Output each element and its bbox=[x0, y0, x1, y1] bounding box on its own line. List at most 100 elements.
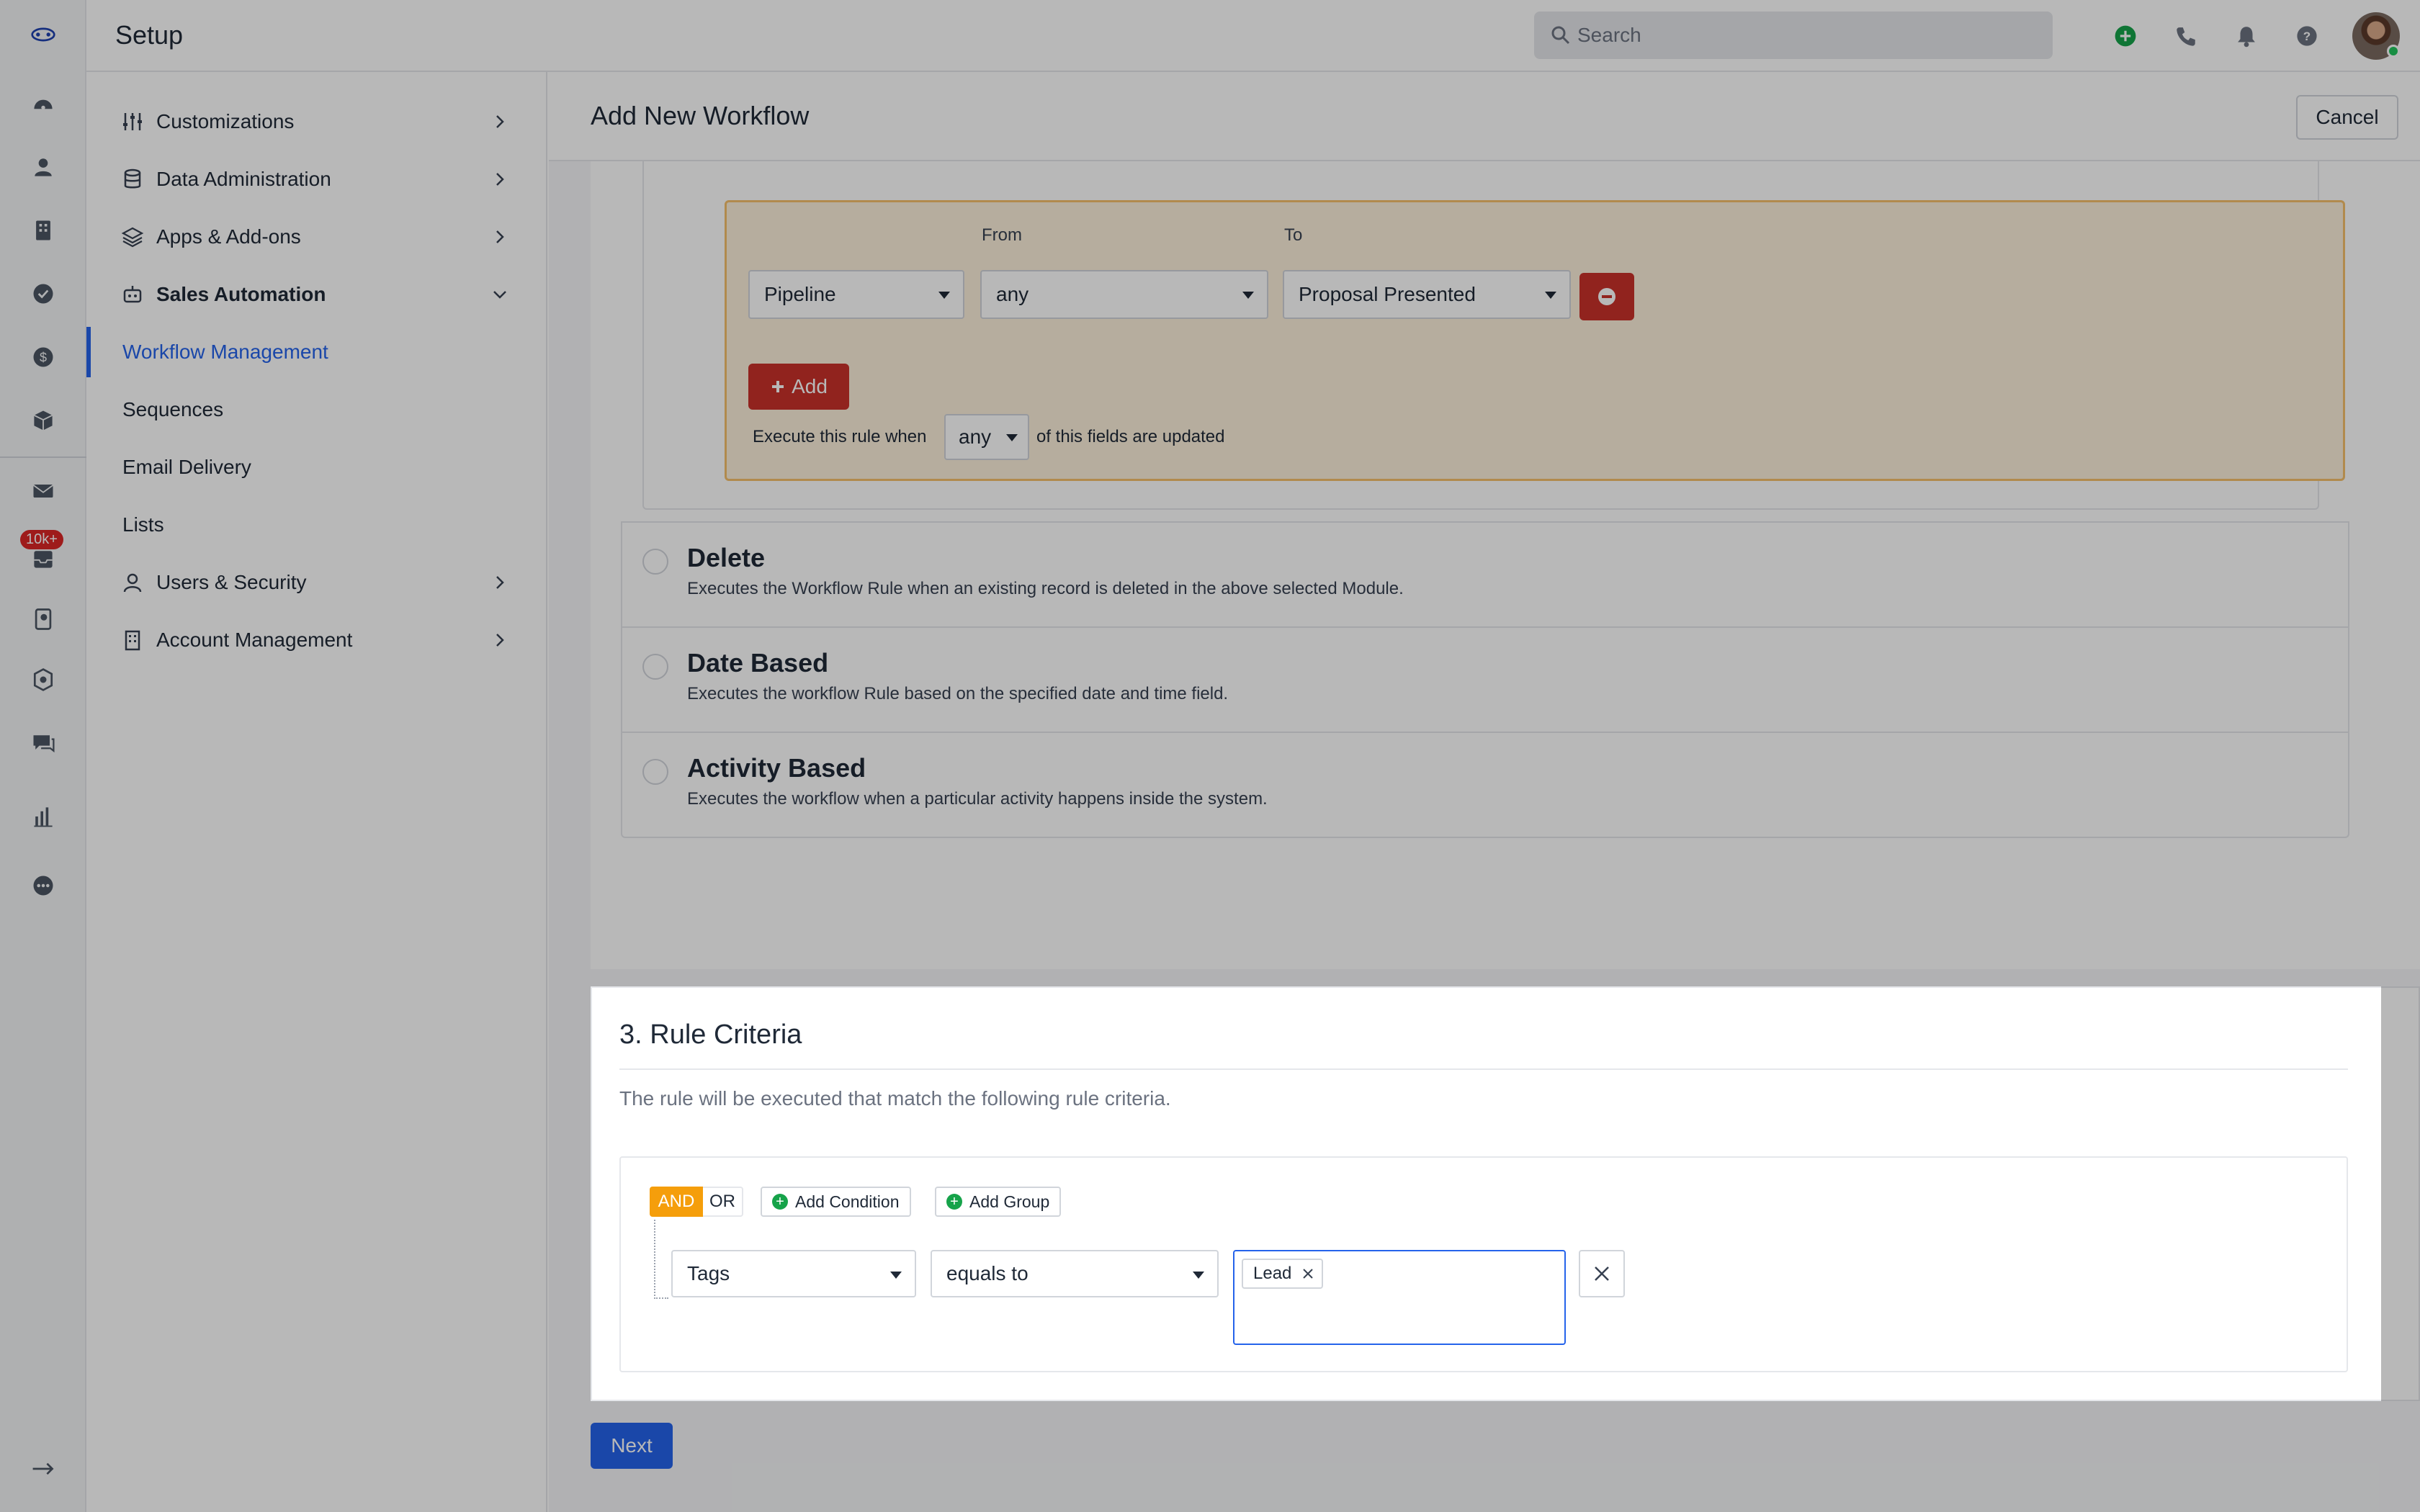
expand-arrow-icon[interactable] bbox=[29, 1454, 58, 1483]
cancel-button[interactable]: Cancel bbox=[2296, 95, 2398, 140]
remove-condition-button[interactable] bbox=[1579, 273, 1634, 320]
add-condition-label: Add Condition bbox=[795, 1192, 900, 1211]
chevron-down-icon bbox=[493, 291, 506, 299]
tag-chip: Lead bbox=[1242, 1259, 1324, 1289]
mail-icon[interactable] bbox=[29, 477, 58, 505]
from-select-value: any bbox=[996, 283, 1029, 305]
logo-icon[interactable] bbox=[29, 20, 58, 49]
close-icon[interactable] bbox=[1301, 1267, 1314, 1280]
search-box[interactable] bbox=[1534, 12, 2053, 59]
notification-badge: 10k+ bbox=[20, 530, 63, 549]
from-label: From bbox=[982, 225, 1022, 245]
settings-badge-icon[interactable] bbox=[29, 665, 58, 694]
execute-condition-value: any bbox=[959, 426, 992, 448]
building-icon[interactable] bbox=[29, 216, 58, 245]
sidebar-item-workflow-management[interactable]: Workflow Management bbox=[86, 327, 547, 377]
sidebar-item-label: Account Management bbox=[156, 629, 353, 651]
trigger-option-date-based[interactable]: Date Based Executes the workflow Rule ba… bbox=[622, 626, 2348, 732]
sidebar-item-apps-addons[interactable]: Apps & Add-ons bbox=[86, 212, 547, 262]
sidebar-item-lists[interactable]: Lists bbox=[86, 500, 547, 550]
radio-activity-based[interactable] bbox=[642, 759, 668, 785]
and-toggle-button[interactable]: AND bbox=[650, 1187, 703, 1217]
add-condition-button[interactable]: + Add Condition bbox=[761, 1187, 911, 1217]
phone-icon[interactable] bbox=[2170, 20, 2202, 52]
plus-circle-icon[interactable] bbox=[2110, 20, 2141, 52]
chat-icon[interactable] bbox=[29, 729, 58, 757]
option-description: Executes the Workflow Rule when an exist… bbox=[687, 579, 1404, 598]
add-field-button[interactable]: Add bbox=[748, 364, 849, 410]
radio-date-based[interactable] bbox=[642, 654, 668, 680]
main-content: Add New Workflow Cancel From To Pipeline… bbox=[549, 72, 2420, 1512]
sidebar-item-label: Email Delivery bbox=[122, 456, 251, 478]
field-select-value: Pipeline bbox=[764, 283, 836, 305]
rail-divider bbox=[0, 456, 86, 458]
sidebar-item-label: Customizations bbox=[156, 110, 295, 132]
sidebar-item-label: Apps & Add-ons bbox=[156, 225, 301, 248]
plus-icon bbox=[772, 381, 784, 392]
add-group-button[interactable]: + Add Group bbox=[935, 1187, 1062, 1217]
user-icon bbox=[123, 573, 142, 593]
check-circle-icon[interactable] bbox=[29, 279, 58, 308]
from-select[interactable]: any bbox=[980, 270, 1268, 319]
section-divider bbox=[619, 1068, 2348, 1070]
dollar-icon[interactable]: $ bbox=[29, 343, 58, 372]
page-title: Add New Workflow bbox=[591, 101, 810, 130]
database-icon bbox=[124, 168, 141, 189]
trigger-options: Delete Executes the Workflow Rule when a… bbox=[621, 521, 2349, 838]
chevron-right-icon bbox=[496, 115, 504, 128]
sidebar-item-label: Sales Automation bbox=[156, 283, 326, 305]
rule-criteria-description: The rule will be executed that match the… bbox=[619, 1087, 1171, 1110]
execute-prefix-text: Execute this rule when bbox=[753, 427, 927, 446]
condition-field-select[interactable]: Tags bbox=[671, 1250, 916, 1297]
svg-text:?: ? bbox=[2303, 30, 2311, 43]
condition-value-tag-input[interactable]: Lead bbox=[1233, 1250, 1566, 1345]
chevron-right-icon bbox=[496, 576, 504, 589]
field-select[interactable]: Pipeline bbox=[748, 270, 964, 319]
help-icon[interactable]: ? bbox=[2291, 20, 2323, 52]
condition-operator-value: equals to bbox=[946, 1262, 1028, 1284]
sidebar-item-sales-automation[interactable]: Sales Automation bbox=[86, 269, 547, 320]
sidebar-item-account-management[interactable]: Account Management bbox=[86, 615, 547, 665]
execute-condition-select[interactable]: any bbox=[944, 414, 1029, 460]
more-icon[interactable] bbox=[29, 871, 58, 900]
box-icon[interactable] bbox=[29, 406, 58, 435]
or-toggle-button[interactable]: OR bbox=[703, 1187, 743, 1217]
search-input[interactable] bbox=[1577, 12, 2038, 59]
sidebar-item-label: Data Administration bbox=[156, 168, 331, 190]
rule-criteria-card: 3. Rule Criteria The rule will be execut… bbox=[591, 986, 2420, 1401]
online-status-dot bbox=[2387, 45, 2400, 58]
criteria-builder: AND OR + Add Condition + Add Group Tags … bbox=[619, 1156, 2348, 1372]
sidebar-item-label: Lists bbox=[122, 513, 164, 536]
option-title: Delete bbox=[687, 543, 766, 572]
rule-criteria-title: 3. Rule Criteria bbox=[619, 1020, 802, 1050]
next-button[interactable]: Next bbox=[591, 1423, 673, 1469]
sidebar-item-users-security[interactable]: Users & Security bbox=[86, 557, 547, 608]
sidebar-item-email-delivery[interactable]: Email Delivery bbox=[86, 442, 547, 492]
bar-chart-icon[interactable] bbox=[29, 802, 58, 831]
sidebar-item-sequences[interactable]: Sequences bbox=[86, 384, 547, 435]
add-group-label: Add Group bbox=[969, 1192, 1050, 1211]
setup-sidebar: Customizations Data Administration Apps … bbox=[86, 72, 547, 1512]
bell-icon[interactable] bbox=[2231, 20, 2262, 52]
to-label: To bbox=[1284, 225, 1303, 245]
chevron-right-icon bbox=[496, 173, 504, 186]
sliders-icon bbox=[123, 113, 142, 130]
pipeline-rule-box: From To Pipeline any Proposal Presented bbox=[725, 200, 2345, 481]
person-icon[interactable] bbox=[29, 153, 58, 181]
trigger-option-activity-based[interactable]: Activity Based Executes the workflow whe… bbox=[622, 732, 2348, 837]
phone-book-icon[interactable] bbox=[29, 605, 58, 634]
sidebar-item-data-administration[interactable]: Data Administration bbox=[86, 154, 547, 204]
trigger-card: From To Pipeline any Proposal Presented bbox=[591, 161, 2420, 969]
trigger-option-delete[interactable]: Delete Executes the Workflow Rule when a… bbox=[622, 521, 2348, 626]
robot-icon bbox=[123, 286, 142, 303]
to-select-value: Proposal Presented bbox=[1299, 283, 1476, 305]
option-description: Executes the workflow when a particular … bbox=[687, 789, 1268, 809]
radio-delete[interactable] bbox=[642, 549, 668, 575]
caret-down-icon bbox=[1242, 292, 1254, 299]
sidebar-item-customizations[interactable]: Customizations bbox=[86, 96, 547, 147]
dashboard-icon[interactable] bbox=[29, 89, 58, 118]
condition-operator-select[interactable]: equals to bbox=[931, 1250, 1219, 1297]
header-title: Setup bbox=[115, 20, 184, 50]
delete-condition-button[interactable] bbox=[1579, 1250, 1625, 1297]
to-select[interactable]: Proposal Presented bbox=[1283, 270, 1571, 319]
